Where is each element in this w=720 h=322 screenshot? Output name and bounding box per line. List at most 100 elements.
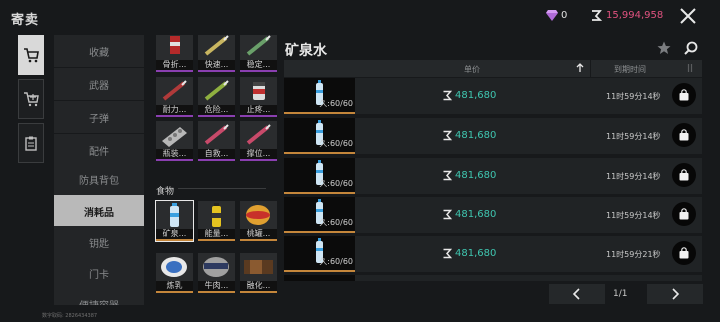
prev-page-button[interactable] [549, 284, 605, 304]
user-id-label: 数字取码: 2826434387 [42, 313, 98, 319]
item-cell[interactable]: 止疼... [240, 77, 277, 117]
chevron-left-icon [572, 288, 580, 300]
sell-tab[interactable] [18, 79, 44, 119]
category-keycards[interactable]: 门卡 [54, 257, 144, 289]
next-page-button[interactable] [647, 284, 703, 304]
listing-price: 481,680 [455, 209, 497, 220]
injector-icon [204, 80, 229, 101]
item-label: 危险... [198, 105, 235, 115]
listing-row[interactable]: 久:60/60 481,680 11时59分14秒 [284, 118, 702, 154]
item-label: 骨折... [156, 60, 193, 70]
category-attachments[interactable]: 配件 [54, 134, 144, 166]
item-name-title: 矿泉水 [285, 43, 327, 59]
item-cell[interactable]: 危险... [198, 77, 235, 117]
buy-button[interactable] [672, 123, 696, 147]
category-keys[interactable]: 钥匙 [54, 226, 144, 258]
injector-icon [246, 124, 271, 145]
listing-time-left: 11时59分14秒 [606, 132, 661, 141]
star-icon[interactable] [657, 41, 671, 55]
listing-row[interactable]: 久:60/60 481,680 11时59分14秒 [284, 197, 702, 233]
listing-price: 481,680 [455, 170, 497, 181]
buy-button[interactable] [672, 202, 696, 226]
category-weapons[interactable]: 武器 [54, 68, 144, 100]
listing-time-left: 11时59分14秒 [606, 211, 661, 220]
item-cell-selected[interactable]: 矿泉... [155, 200, 194, 242]
splint-icon [170, 36, 180, 54]
close-icon[interactable] [678, 6, 698, 26]
listing-row[interactable]: 久:60/60 481,680 11时59分21秒 [284, 236, 702, 272]
expire-column-header[interactable]: 到期时间 [614, 64, 646, 75]
top-bar: 寄卖 0 15,994,958 [0, 0, 720, 34]
durability-label: 久:60/60 [319, 99, 353, 108]
blister-pack-icon [162, 127, 187, 147]
item-cell[interactable]: 撑位... [240, 121, 277, 161]
item-cell[interactable]: 能量... [198, 201, 235, 241]
listing-price: 481,680 [455, 130, 497, 141]
diamond-icon [546, 10, 558, 21]
item-cell[interactable]: 桃罐... [240, 201, 277, 241]
item-thumbnail [284, 275, 355, 281]
item-cell[interactable]: 耐力... [156, 77, 193, 117]
page-indicator: 1/1 [613, 289, 628, 299]
category-armor-backpack[interactable]: 防具背包 [54, 163, 144, 195]
item-cell[interactable]: 骨折... [156, 35, 193, 72]
clipboard-icon [25, 136, 37, 151]
listing-list: 久:60/60 481,680 11时59分14秒 久:60/60 481,68… [284, 78, 702, 281]
item-thumbnail: 久:60/60 [284, 78, 355, 114]
durability-label: 久:60/60 [319, 257, 353, 266]
injector-icon [204, 124, 229, 145]
buy-button[interactable] [672, 83, 696, 107]
item-label: 自救... [198, 149, 235, 159]
durability-label: 久:60/60 [319, 179, 353, 188]
pill-bottle-icon [253, 82, 265, 100]
cart-icon [24, 48, 39, 63]
item-cell[interactable]: 快速... [198, 35, 235, 72]
item-cell[interactable]: 炼乳 [156, 253, 193, 293]
category-containers[interactable]: 便捷容器 [54, 288, 144, 305]
item-label: 止疼... [240, 105, 277, 115]
listing-price: 481,680 [455, 248, 497, 259]
coin-icon [443, 209, 452, 220]
sort-icon[interactable] [686, 63, 694, 73]
item-thumbnail: 久:60/60 [284, 158, 355, 194]
condensed-milk-icon [161, 257, 187, 277]
category-favorites[interactable]: 收藏 [54, 35, 144, 67]
market-tab[interactable] [18, 35, 44, 75]
category-consumables[interactable]: 消耗品 [54, 195, 144, 227]
price-column-header[interactable]: 单价 [464, 64, 480, 75]
coin-icon [443, 90, 452, 101]
listing-row[interactable]: 久:60/60 481,680 11时59分14秒 [284, 158, 702, 194]
chevron-right-icon [672, 288, 680, 300]
section-divider [178, 188, 266, 189]
sort-icon[interactable] [576, 63, 584, 73]
listing-price: 481,680 [455, 90, 497, 101]
item-cell[interactable]: 融化... [240, 253, 277, 293]
buy-button[interactable] [672, 241, 696, 265]
diamond-count: 0 [561, 10, 568, 21]
search-icon[interactable] [684, 41, 698, 55]
buy-button[interactable] [672, 163, 696, 187]
shopping-bag-icon [679, 208, 689, 220]
item-cell[interactable]: 自救... [198, 121, 235, 161]
item-cell[interactable]: 牛肉... [198, 253, 235, 293]
durability-label: 久:60/60 [319, 139, 353, 148]
durability-label: 久:60/60 [319, 218, 353, 227]
canned-peach-icon [246, 205, 270, 225]
item-cell[interactable]: 瓶装... [156, 121, 193, 161]
listing-row[interactable] [284, 275, 702, 281]
item-cell[interactable]: 稳定... [240, 35, 277, 72]
food-section-header: 食物 [156, 187, 175, 197]
coin-icon [443, 248, 452, 259]
shopping-bag-icon [679, 129, 689, 141]
item-label: 稳定... [240, 60, 277, 70]
category-list: 收藏 武器 子弹 配件 防具背包 消耗品 钥匙 门卡 便捷容器 [54, 35, 144, 305]
category-ammo[interactable]: 子弹 [54, 101, 144, 133]
injector-icon [162, 80, 187, 101]
records-tab[interactable] [18, 123, 44, 163]
injector-icon [204, 35, 229, 56]
coin-icon [443, 170, 452, 181]
listing-time-left: 11时59分14秒 [606, 92, 661, 101]
listing-row[interactable]: 久:60/60 481,680 11时59分14秒 [284, 78, 702, 114]
water-bottle-icon [170, 203, 179, 227]
shopping-bag-icon [679, 247, 689, 259]
